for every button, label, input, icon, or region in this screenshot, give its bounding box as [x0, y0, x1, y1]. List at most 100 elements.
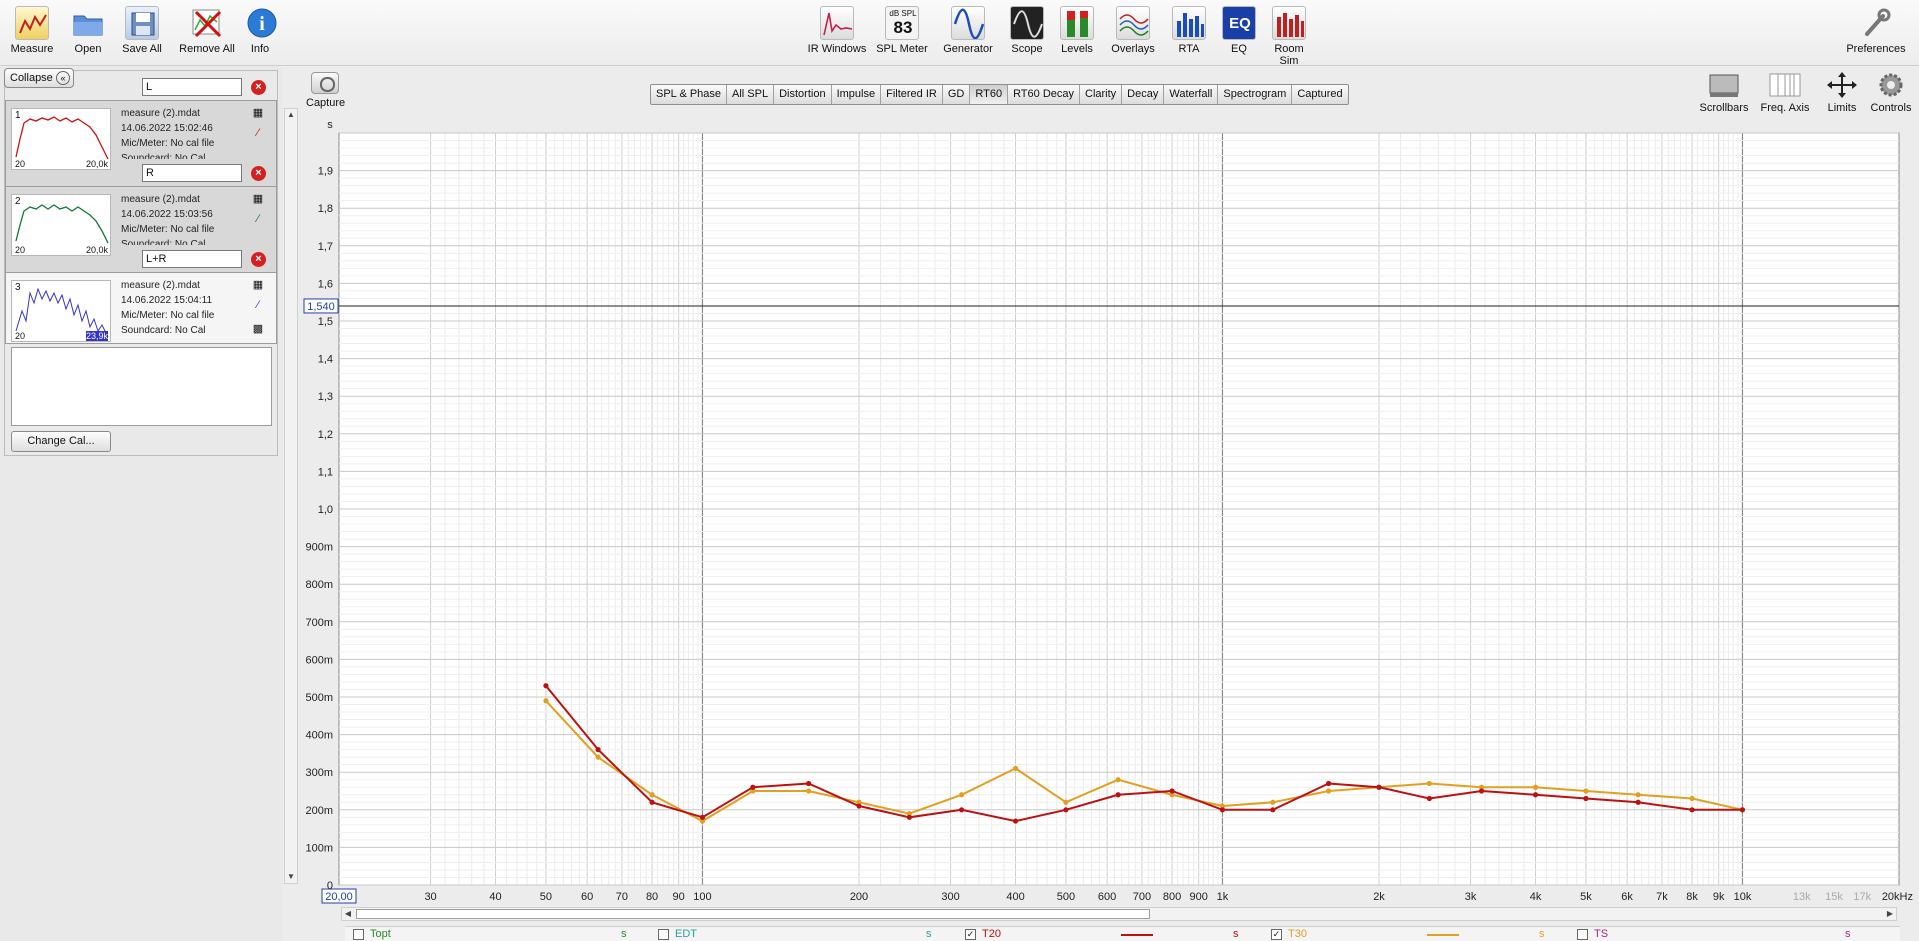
- data-point-t20: [1270, 807, 1276, 813]
- x-tick-label: 50: [540, 891, 552, 903]
- data-point-t30: [1115, 777, 1121, 783]
- scroll-left-arrow-icon[interactable]: ◀: [342, 908, 354, 920]
- x-tick-label: 4k: [1530, 891, 1542, 903]
- data-point-t30: [1326, 788, 1332, 794]
- legend-checkbox-t30[interactable]: ✓: [1271, 929, 1282, 940]
- x-tick-label: 1k: [1217, 891, 1229, 903]
- x-tick-label: 17k: [1853, 891, 1871, 903]
- legend-swatch: [1121, 934, 1153, 936]
- x-tick-label: 3k: [1465, 891, 1477, 903]
- legend-name: T30: [1288, 928, 1307, 940]
- y-tick-label: 500m: [305, 692, 333, 704]
- x-tick-label: 30: [424, 891, 436, 903]
- x-start-label: 20,00: [325, 891, 353, 903]
- x-tick-label: 300: [941, 891, 959, 903]
- y-tick-label: 900m: [305, 542, 333, 554]
- legend-unit: s: [1539, 928, 1545, 940]
- horizontal-scroll-thumb[interactable]: [356, 909, 1150, 919]
- x-tick-label: 60: [581, 891, 593, 903]
- y-tick-label: 1,7: [318, 241, 333, 253]
- data-point-t20: [1689, 807, 1695, 813]
- data-point-t20: [1739, 807, 1746, 813]
- data-point-t20: [856, 803, 862, 809]
- data-point-t30: [1583, 788, 1589, 794]
- x-tick-label: 600: [1098, 891, 1116, 903]
- legend-unit: s: [1845, 928, 1851, 940]
- y-tick-label: 600m: [305, 654, 333, 666]
- x-tick-label: 80: [646, 891, 658, 903]
- x-tick-label: 900: [1189, 891, 1207, 903]
- data-point-t30: [1012, 765, 1019, 772]
- cursor-value-label: 1,540: [307, 301, 335, 313]
- data-point-t20: [958, 807, 965, 813]
- data-point-t20: [1583, 795, 1589, 802]
- data-point-t20: [699, 814, 706, 820]
- y-axis-unit-label: s: [327, 119, 333, 131]
- y-tick-label: 800m: [305, 579, 333, 591]
- rt60-chart[interactable]: 0100m200m300m400m500m600m700m800m900m1,0…: [0, 0, 1919, 941]
- legend-checkbox-ts[interactable]: [1577, 929, 1588, 940]
- legend-checkbox-topt[interactable]: [353, 929, 364, 940]
- y-tick-label: 400m: [305, 730, 333, 742]
- y-tick-label: 100m: [305, 842, 333, 854]
- data-point-t20: [1326, 780, 1332, 787]
- y-tick-label: 1,0: [318, 504, 333, 516]
- data-point-t30: [806, 788, 812, 794]
- y-tick-label: 1,8: [318, 203, 333, 215]
- x-tick-label: 8k: [1686, 891, 1698, 903]
- trace-legend: Topt s EDT s ✓ T20 s ✓ T30 s TS s: [345, 926, 1900, 941]
- data-point-t30: [1689, 795, 1695, 802]
- x-tick-label: 200: [850, 891, 868, 903]
- data-point-t20: [1478, 788, 1485, 794]
- y-tick-label: 1,2: [318, 429, 333, 441]
- legend-unit: s: [926, 928, 932, 940]
- data-point-t30: [958, 792, 965, 798]
- y-tick-label: 1,6: [318, 278, 333, 290]
- legend-item-topt[interactable]: Topt s: [353, 928, 653, 941]
- data-point-t20: [543, 683, 549, 689]
- x-tick-label: 100: [693, 891, 711, 903]
- x-tick-label: 15k: [1825, 891, 1843, 903]
- data-point-t20: [1376, 784, 1382, 790]
- x-tick-label: 20kHz: [1882, 891, 1913, 903]
- x-tick-label: 400: [1006, 891, 1024, 903]
- data-point-t20: [1012, 818, 1019, 824]
- legend-unit: s: [1233, 928, 1239, 940]
- data-point-t30: [1635, 792, 1641, 798]
- horizontal-scrollbar[interactable]: ◀ ▶: [341, 907, 1897, 921]
- legend-checkbox-edt[interactable]: [658, 929, 669, 940]
- x-tick-label: 13k: [1793, 891, 1811, 903]
- legend-swatch: [1427, 934, 1459, 936]
- data-point-t20: [1169, 788, 1175, 794]
- data-point-t20: [1532, 792, 1539, 798]
- legend-item-edt[interactable]: EDT s: [658, 928, 958, 941]
- data-point-t30: [595, 754, 601, 760]
- data-point-t20: [649, 799, 655, 805]
- x-tick-label: 7k: [1656, 891, 1668, 903]
- x-tick-label: 500: [1057, 891, 1075, 903]
- legend-item-t30[interactable]: ✓ T30 s: [1271, 928, 1571, 941]
- data-point-t20: [806, 780, 812, 787]
- data-point-t20: [1219, 807, 1226, 813]
- data-point-t30: [1426, 780, 1432, 787]
- x-tick-label: 90: [673, 891, 685, 903]
- y-tick-label: 1,1: [318, 466, 333, 478]
- legend-item-t20[interactable]: ✓ T20 s: [965, 928, 1265, 941]
- x-tick-label: 700: [1133, 891, 1151, 903]
- legend-checkbox-t20[interactable]: ✓: [965, 929, 976, 940]
- legend-item-ts[interactable]: TS s: [1577, 928, 1877, 941]
- y-tick-label: 1,5: [318, 316, 333, 328]
- app-window: Measure Open Save All Remove All i Info: [0, 0, 1919, 941]
- x-tick-label: 10k: [1734, 891, 1752, 903]
- scroll-right-arrow-icon[interactable]: ▶: [1884, 908, 1896, 920]
- y-tick-label: 300m: [305, 767, 333, 779]
- x-tick-label: 9k: [1713, 891, 1725, 903]
- y-tick-label: 1,4: [318, 354, 333, 366]
- y-tick-label: 700m: [305, 617, 333, 629]
- data-point-t20: [750, 784, 756, 790]
- data-point-t20: [906, 814, 912, 820]
- legend-unit: s: [621, 928, 627, 940]
- data-point-t20: [1635, 799, 1641, 805]
- data-point-t30: [1270, 799, 1276, 805]
- data-point-t30: [1532, 784, 1539, 790]
